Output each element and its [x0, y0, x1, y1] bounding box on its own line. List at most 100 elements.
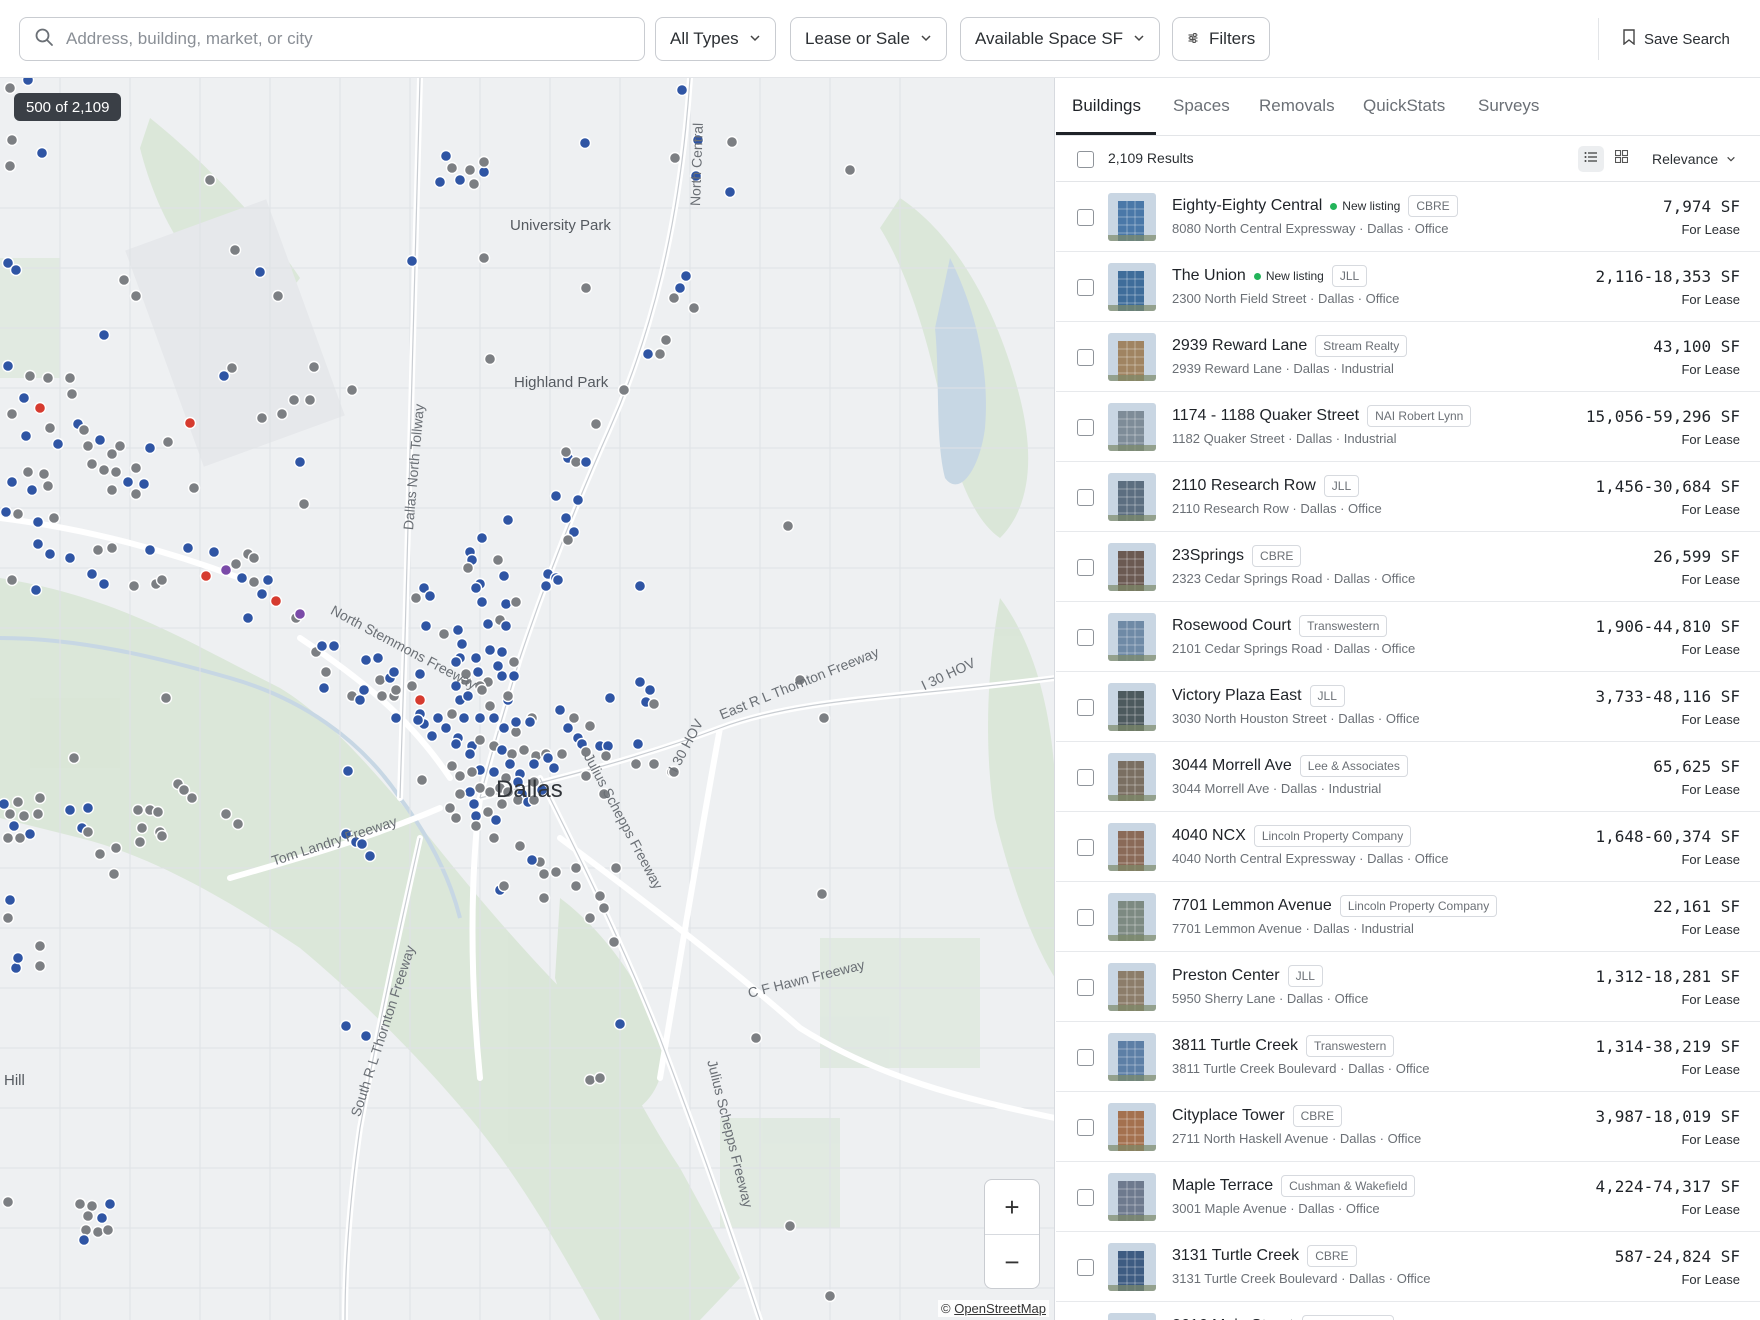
building-thumbnail[interactable]	[1108, 263, 1156, 311]
property-marker[interactable]	[97, 463, 111, 477]
property-marker[interactable]	[433, 175, 447, 189]
property-marker[interactable]	[33, 401, 47, 415]
property-marker[interactable]	[3, 807, 17, 821]
building-thumbnail[interactable]	[1108, 613, 1156, 661]
property-marker[interactable]	[155, 573, 169, 587]
property-marker[interactable]	[463, 785, 477, 799]
property-marker[interactable]	[67, 751, 81, 765]
row-checkbox[interactable]	[1077, 1259, 1094, 1276]
row-checkbox[interactable]	[1077, 559, 1094, 576]
property-marker[interactable]	[79, 1223, 93, 1237]
property-marker[interactable]	[85, 567, 99, 581]
property-marker[interactable]	[363, 849, 377, 863]
property-marker[interactable]	[505, 747, 519, 761]
property-marker[interactable]	[843, 163, 857, 177]
result-row[interactable]: The Union New listing JLL 2300 North Fie…	[1056, 252, 1760, 322]
property-marker[interactable]	[293, 607, 307, 621]
property-marker[interactable]	[551, 573, 565, 587]
property-marker[interactable]	[443, 801, 457, 815]
property-marker[interactable]	[495, 645, 509, 659]
tab-buildings[interactable]: Buildings	[1072, 96, 1141, 116]
building-name[interactable]: Preston Center	[1172, 967, 1280, 985]
property-marker[interactable]	[667, 291, 681, 305]
property-marker[interactable]	[133, 835, 147, 849]
property-marker[interactable]	[81, 439, 95, 453]
property-marker[interactable]	[473, 733, 487, 747]
property-marker[interactable]	[463, 747, 477, 761]
property-marker[interactable]	[183, 416, 197, 430]
property-marker[interactable]	[63, 551, 77, 565]
property-marker[interactable]	[19, 429, 33, 443]
property-marker[interactable]	[319, 665, 333, 679]
property-marker[interactable]	[29, 583, 43, 597]
result-row[interactable]: 4040 NCX Lincoln Property Company 4040 N…	[1056, 812, 1760, 882]
property-marker[interactable]	[359, 1029, 373, 1043]
property-marker[interactable]	[633, 579, 647, 593]
property-marker[interactable]	[525, 853, 539, 867]
row-checkbox[interactable]	[1077, 1049, 1094, 1066]
property-marker[interactable]	[65, 387, 79, 401]
property-marker[interactable]	[617, 383, 631, 397]
property-marker[interactable]	[35, 146, 49, 160]
property-marker[interactable]	[449, 737, 463, 751]
property-marker[interactable]	[439, 149, 453, 163]
building-name[interactable]: 23Springs	[1172, 547, 1244, 565]
building-thumbnail[interactable]	[1108, 193, 1156, 241]
property-marker[interactable]	[341, 764, 355, 778]
building-thumbnail[interactable]	[1108, 963, 1156, 1011]
property-marker[interactable]	[3, 81, 17, 95]
property-marker[interactable]	[489, 813, 503, 827]
row-checkbox[interactable]	[1077, 909, 1094, 926]
property-marker[interactable]	[5, 475, 19, 489]
property-marker[interactable]	[131, 803, 145, 817]
property-marker[interactable]	[501, 513, 515, 527]
property-marker[interactable]	[467, 177, 481, 191]
property-marker[interactable]	[1, 1195, 15, 1209]
property-marker[interactable]	[127, 579, 141, 593]
property-marker[interactable]	[41, 479, 55, 493]
property-marker[interactable]	[597, 901, 611, 915]
property-marker[interactable]	[375, 689, 389, 703]
building-name[interactable]: Maple Terrace	[1172, 1177, 1273, 1195]
property-marker[interactable]	[599, 749, 613, 763]
property-marker[interactable]	[143, 543, 157, 557]
property-marker[interactable]	[271, 289, 285, 303]
property-marker[interactable]	[749, 1031, 763, 1045]
property-marker[interactable]	[631, 737, 645, 751]
property-marker[interactable]	[469, 651, 483, 665]
property-marker[interactable]	[413, 667, 427, 681]
result-row[interactable]: 3044 Morrell Ave Lee & Associates 3044 M…	[1056, 742, 1760, 812]
property-marker[interactable]	[31, 537, 45, 551]
property-marker[interactable]	[499, 597, 513, 611]
property-marker[interactable]	[161, 435, 175, 449]
property-marker[interactable]	[9, 263, 23, 277]
property-marker[interactable]	[207, 545, 221, 559]
building-name[interactable]: 2110 Research Row	[1172, 477, 1316, 495]
result-row[interactable]: 23Springs CBRE 2323 Cedar Springs Road ·…	[1056, 532, 1760, 602]
property-marker[interactable]	[317, 681, 331, 695]
property-marker[interactable]	[483, 699, 497, 713]
property-marker[interactable]	[537, 891, 551, 905]
property-marker[interactable]	[549, 865, 563, 879]
property-marker[interactable]	[43, 421, 57, 435]
property-marker[interactable]	[97, 328, 111, 342]
property-marker[interactable]	[297, 497, 311, 511]
property-marker[interactable]	[219, 807, 233, 821]
row-checkbox[interactable]	[1077, 769, 1094, 786]
property-marker[interactable]	[17, 391, 31, 405]
property-marker[interactable]	[457, 711, 471, 725]
property-marker[interactable]	[359, 653, 373, 667]
property-marker[interactable]	[453, 787, 467, 801]
property-marker[interactable]	[675, 83, 689, 97]
property-marker[interactable]	[275, 407, 289, 421]
property-marker[interactable]	[117, 273, 131, 287]
available-space-dropdown[interactable]: Available Space SF	[960, 17, 1161, 61]
property-marker[interactable]	[453, 769, 467, 783]
property-marker[interactable]	[303, 393, 317, 407]
property-marker[interactable]	[507, 669, 521, 683]
property-marker[interactable]	[387, 665, 401, 679]
openstreetmap-link[interactable]: OpenStreetMap	[954, 1301, 1046, 1316]
property-marker[interactable]	[7, 819, 21, 833]
building-name[interactable]: 3044 Morrell Ave	[1172, 757, 1292, 775]
property-marker[interactable]	[235, 571, 249, 585]
